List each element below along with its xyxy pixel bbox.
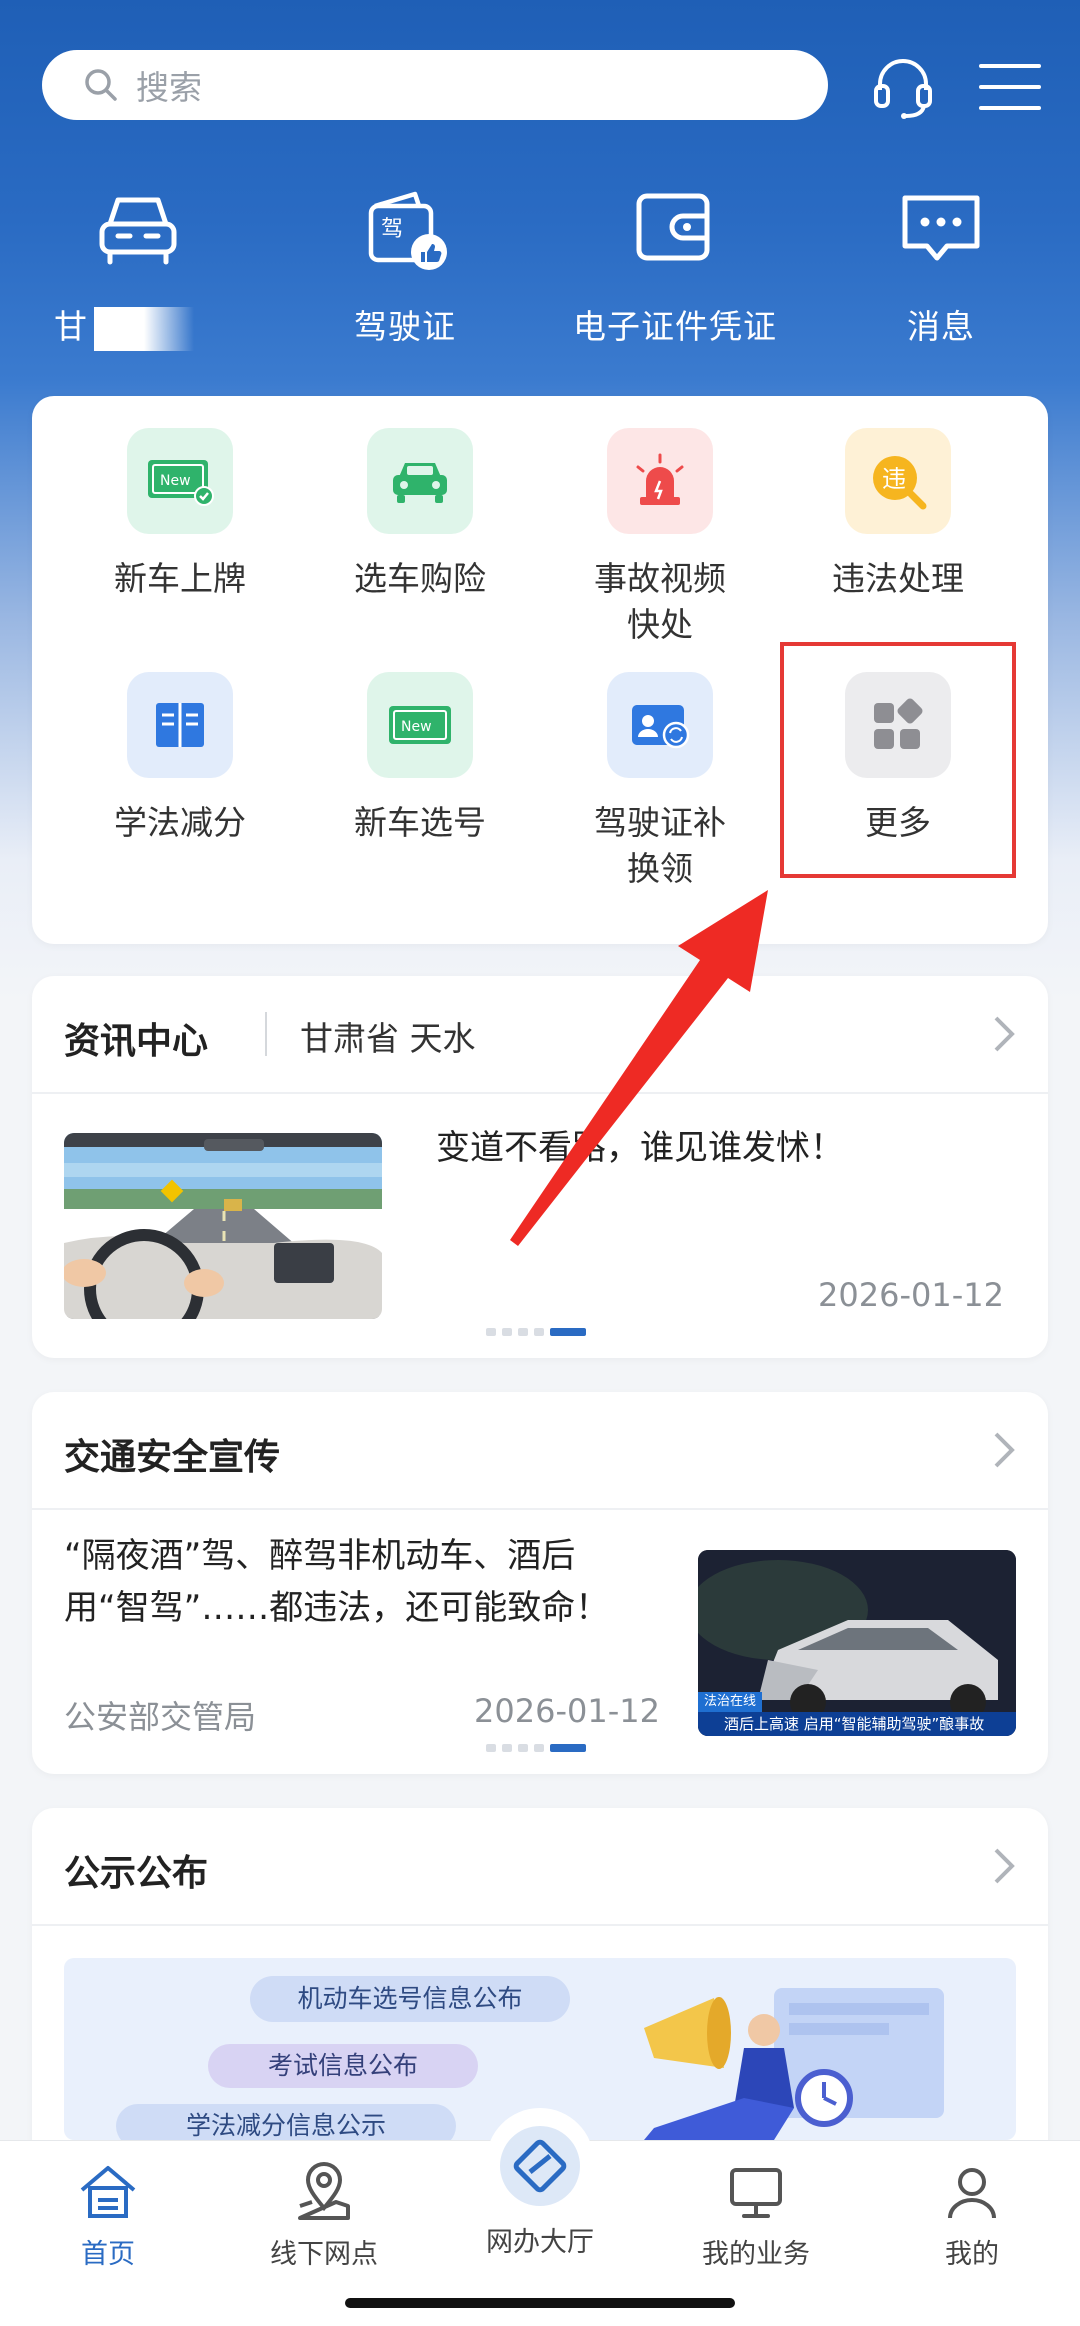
chevron-right-icon[interactable] xyxy=(992,1430,1016,1470)
safety-section-title: 交通安全宣传 xyxy=(64,1437,281,1478)
location-pin-icon xyxy=(298,2162,350,2220)
svg-text:驾: 驾 xyxy=(381,217,403,242)
svg-text:New: New xyxy=(401,719,432,735)
annotation-arrow xyxy=(510,890,768,1246)
quick-action-label: 驾驶证 xyxy=(354,307,456,346)
quick-action-label: 消息 xyxy=(907,307,975,346)
news-carousel-dots xyxy=(486,1328,586,1336)
divider xyxy=(32,1508,1048,1510)
notices-section-title: 公示公布 xyxy=(64,1853,209,1894)
service-license-renewal[interactable]: 驾驶证补换领 xyxy=(560,672,760,892)
tab-online-hall[interactable]: 网办大厅 xyxy=(440,2124,640,2259)
safety-headline[interactable]: “隔夜酒”驾、醉驾非机动车、酒后用“智驾”……都违法，还可能致命！ xyxy=(64,1530,624,1634)
monitor-icon xyxy=(730,2168,782,2218)
book-icon xyxy=(156,703,204,747)
message-icon xyxy=(902,195,980,261)
chevron-right-icon[interactable] xyxy=(992,1014,1016,1054)
online-hall-icon xyxy=(500,2126,580,2206)
title-divider xyxy=(265,1012,267,1056)
safety-thumbnail[interactable]: 法治在线 酒后上高速 启用“智能辅助驾驶”酿事故 xyxy=(698,1550,1016,1736)
service-label: 违法处理 xyxy=(832,559,964,598)
news-section-title: 资讯中心 xyxy=(64,1021,209,1062)
new-plate-select-icon: New xyxy=(389,706,451,744)
violation-icon: 违 xyxy=(873,456,927,510)
redacted-plate xyxy=(93,306,194,351)
tab-label: 首页 xyxy=(81,2239,135,2270)
news-location[interactable]: 甘肃省 天水 xyxy=(300,1012,476,1060)
safety-carousel-dots xyxy=(486,1744,586,1752)
search-input[interactable]: 搜索 xyxy=(42,50,828,120)
service-label: 学法减分 xyxy=(114,803,246,842)
svg-text:违: 违 xyxy=(882,465,906,493)
car-insurance-icon xyxy=(393,463,447,503)
notice-pill[interactable]: 机动车选号信息公布 xyxy=(250,1976,570,2022)
tab-label: 我的 xyxy=(945,2239,999,2270)
chevron-right-icon[interactable] xyxy=(992,1846,1016,1886)
thumb-tag: 法治在线 xyxy=(698,1692,763,1712)
svg-text:New: New xyxy=(160,473,191,489)
customer-service-icon[interactable] xyxy=(868,52,938,122)
safety-date: 2026-01-12 xyxy=(474,1692,660,1730)
service-new-plate[interactable]: New 新车上牌 xyxy=(80,428,280,602)
thumb-caption: 酒后上高速 启用“智能辅助驾驶”酿事故 xyxy=(698,1712,1016,1736)
alarm-light-icon xyxy=(636,453,684,505)
service-label: 选车购险 xyxy=(354,559,486,598)
service-label: 新车上牌 xyxy=(114,559,246,598)
search-icon xyxy=(85,69,117,101)
quick-action-vehicle[interactable]: 甘 xyxy=(38,180,238,351)
service-car-insurance[interactable]: 选车购险 xyxy=(320,428,520,602)
service-plate-selection[interactable]: New 新车选号 xyxy=(320,672,520,846)
user-icon xyxy=(948,2168,996,2219)
quick-action-driver-license[interactable]: 驾 驾驶证 xyxy=(305,180,505,348)
license-renew-icon xyxy=(632,705,690,749)
new-plate-icon: New xyxy=(148,460,214,506)
news-thumbnail[interactable] xyxy=(64,1133,382,1319)
tab-mine[interactable]: 我的 xyxy=(872,2160,1072,2271)
quick-action-messages[interactable]: 消息 xyxy=(841,180,1041,348)
quick-action-label: 甘 xyxy=(54,307,88,346)
service-label: 事故视频快处 xyxy=(594,559,726,644)
tab-label: 线下网点 xyxy=(270,2239,378,2270)
wallet-icon xyxy=(636,193,710,261)
highlight-box xyxy=(780,642,1016,878)
announcement-illustration xyxy=(644,1988,944,2140)
tab-label: 网办大厅 xyxy=(486,2227,594,2258)
tab-label: 我的业务 xyxy=(702,2239,810,2270)
home-icon xyxy=(80,2166,136,2218)
service-accident-video[interactable]: 事故视频快处 xyxy=(560,428,760,648)
quick-action-e-certificate[interactable]: 电子证件凭证 xyxy=(573,180,777,348)
tab-home[interactable]: 首页 xyxy=(8,2160,208,2271)
service-label: 新车选号 xyxy=(354,803,486,842)
menu-icon[interactable] xyxy=(975,52,1045,122)
news-date: 2026-01-12 xyxy=(818,1276,1004,1314)
search-placeholder: 搜索 xyxy=(136,68,202,107)
tab-my-business[interactable]: 我的业务 xyxy=(656,2160,856,2271)
car-icon xyxy=(99,197,177,265)
divider xyxy=(32,1924,1048,1926)
notice-pill[interactable]: 考试信息公布 xyxy=(208,2044,478,2088)
tab-offline-outlets[interactable]: 线下网点 xyxy=(224,2160,424,2271)
service-study-deduction[interactable]: 学法减分 xyxy=(80,672,280,846)
safety-source: 公安部交管局 xyxy=(64,1698,257,1736)
quick-action-label: 电子证件凭证 xyxy=(573,307,777,346)
service-violation[interactable]: 违 违法处理 xyxy=(798,428,998,602)
home-indicator xyxy=(345,2298,735,2308)
notice-pill[interactable]: 学法减分信息公示 xyxy=(116,2104,456,2140)
service-label: 驾驶证补换领 xyxy=(594,803,726,888)
driver-license-icon: 驾 xyxy=(368,191,447,270)
